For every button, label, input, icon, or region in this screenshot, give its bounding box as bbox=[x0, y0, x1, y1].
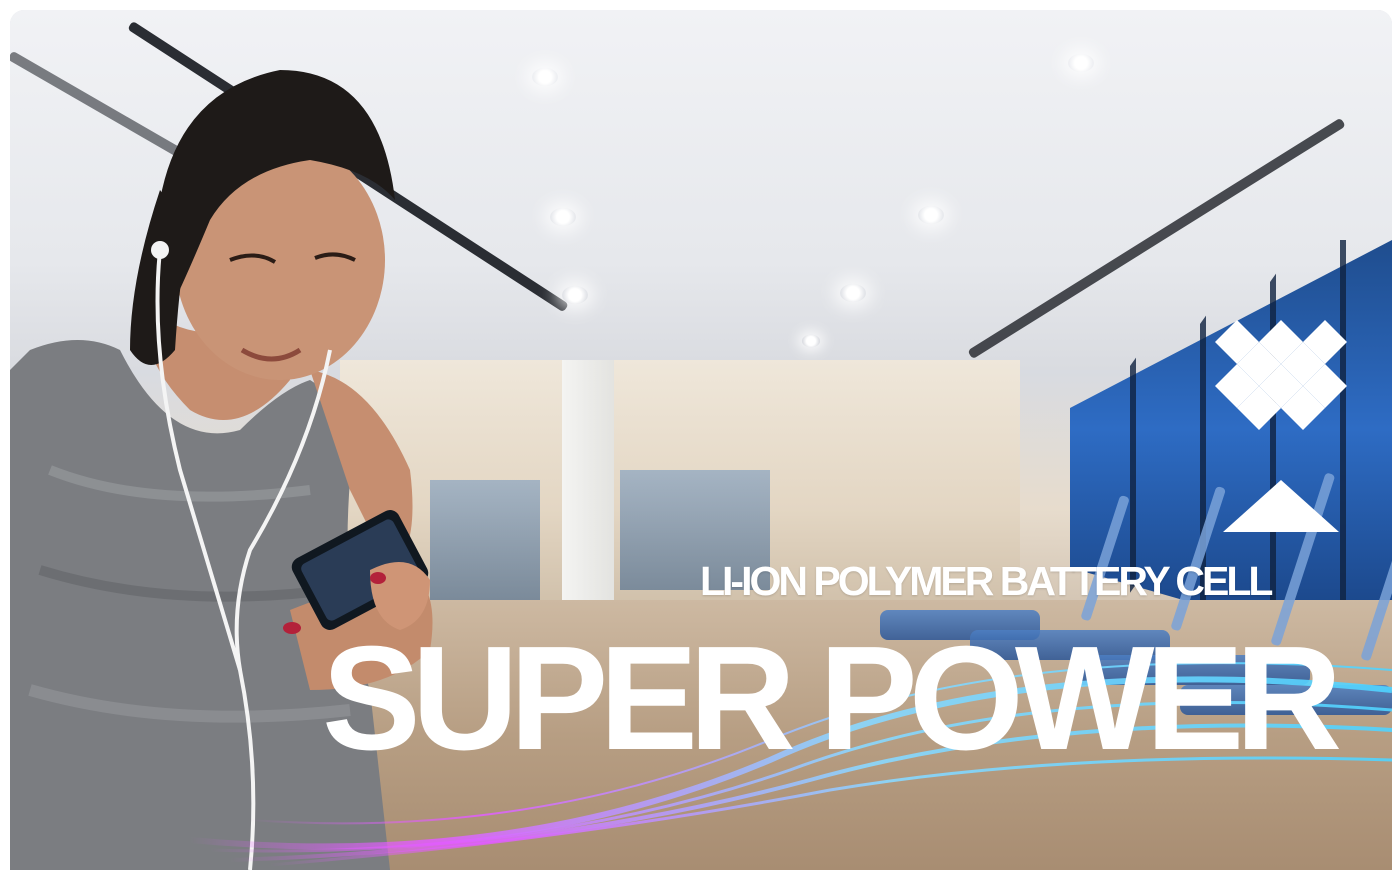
ceiling-light bbox=[918, 206, 944, 224]
ceiling-light bbox=[562, 286, 588, 304]
headline-super-power: SUPER POWER bbox=[322, 616, 1342, 781]
ceiling-light bbox=[532, 68, 558, 86]
gym-pillar bbox=[562, 360, 614, 610]
product-subtitle: LI-ION POLYMER BATTERY CELL bbox=[700, 558, 1273, 604]
ceiling-light bbox=[801, 334, 821, 348]
ceiling-light bbox=[840, 284, 866, 302]
hero-banner: LI-ION POLYMER BATTERY CELL SUPER POWER bbox=[10, 10, 1392, 870]
diamond-grid-triangle-logo bbox=[1215, 320, 1347, 532]
ceiling-light bbox=[550, 208, 576, 226]
ceiling-light bbox=[1068, 54, 1094, 72]
